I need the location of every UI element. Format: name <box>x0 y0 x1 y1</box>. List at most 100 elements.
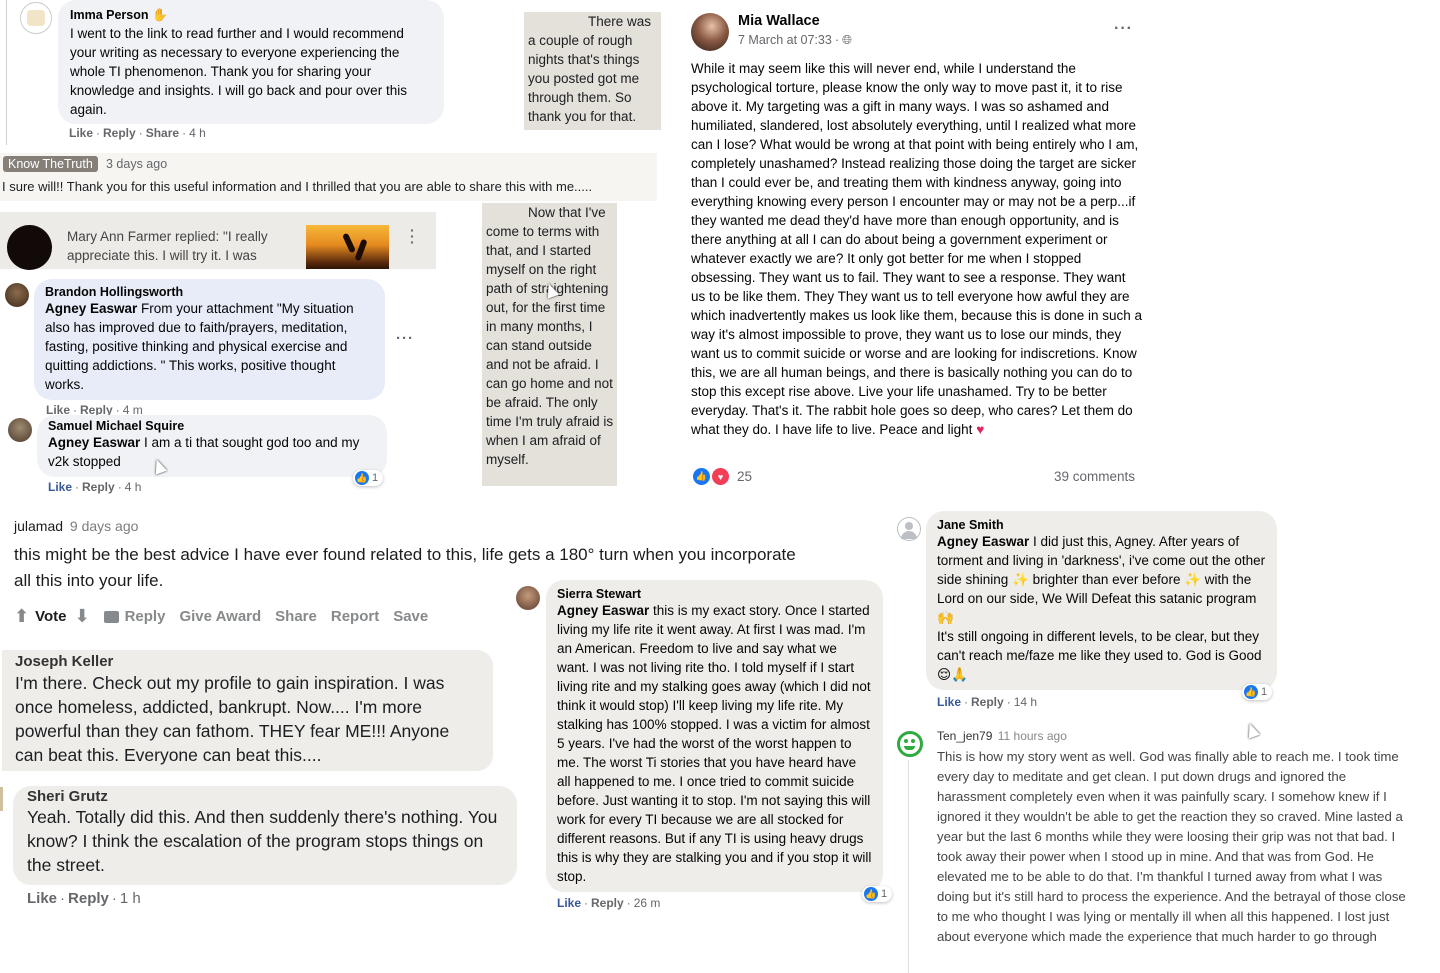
give-award-button[interactable]: Give Award <box>179 608 261 625</box>
share-button[interactable]: Share <box>146 126 179 140</box>
comment-text: I went to the link to read further and I… <box>70 26 407 117</box>
commenter-name[interactable]: Joseph Keller <box>15 653 480 670</box>
reply-button[interactable]: Reply <box>103 608 165 625</box>
like-reaction-icon: 👍 <box>693 468 710 485</box>
comment-text: This is how my story went as well. God w… <box>937 749 1406 944</box>
reply-button[interactable]: Reply <box>591 896 624 910</box>
comment-actions: Like · Reply · 1 h <box>27 890 141 907</box>
comment-text: Agney Easwar I did just this, Agney. Aft… <box>937 534 1266 625</box>
joseph-comment: Joseph Keller I'm there. Check out my pr… <box>2 650 493 771</box>
reply-button[interactable]: Reply <box>971 695 1004 709</box>
comment-text: Agney Easwar this is my exact story. Onc… <box>557 603 872 884</box>
reaction-count[interactable]: 👍 1 <box>1242 684 1273 700</box>
comment-header: julamad 9 days ago <box>14 518 138 534</box>
comment-header: Ten_jen79 11 hours ago <box>937 729 1067 743</box>
post-date[interactable]: 7 March at 07:33 <box>738 33 832 47</box>
waving-hand-icon: ✋ <box>152 8 168 22</box>
avatar[interactable] <box>20 2 52 34</box>
upvote-icon[interactable]: ⬆ <box>14 606 29 627</box>
reply-button[interactable]: Reply <box>82 480 115 494</box>
comment-bubble: Brandon Hollingsworth Agney Easwar From … <box>34 279 385 400</box>
commenter-name[interactable]: Brandon Hollingsworth <box>45 285 374 299</box>
comment-bubble: Samuel Michael Squire Agney Easwar I am … <box>37 415 387 477</box>
commenter-name[interactable]: Jane Smith <box>937 518 1266 532</box>
author-name[interactable]: Mia Wallace <box>738 13 820 29</box>
reply-button[interactable]: Reply <box>68 890 109 907</box>
comment-text: Yeah. Totally did this. And then suddenl… <box>27 807 498 875</box>
reaction-count[interactable]: 👍 1 <box>353 470 384 486</box>
love-reaction-icon: ♥ <box>712 468 729 485</box>
reactions-summary[interactable]: 👍 ♥ 25 <box>693 468 752 485</box>
notification-item[interactable]: Mary Ann Farmer replied: "I really appre… <box>0 212 436 270</box>
timestamp: 11 hours ago <box>997 729 1067 743</box>
avatar[interactable] <box>8 418 32 442</box>
mention-link[interactable]: Agney Easwar <box>45 301 137 316</box>
comment-actions: Like · Reply · 4 h <box>48 480 142 494</box>
comment-actions: Like · Reply · 26 m <box>557 896 661 910</box>
like-button[interactable]: Like <box>937 695 961 709</box>
note-text: There was a couple of rough nights that'… <box>528 14 652 124</box>
comment-text: Agney Easwar I am a ti that sought god t… <box>48 435 360 469</box>
more-options-icon[interactable]: ··· <box>396 330 414 347</box>
vote-count: Vote <box>35 608 67 625</box>
mention-link[interactable]: Agney Easwar <box>48 435 140 450</box>
timestamp: 3 days ago <box>106 157 168 171</box>
comment-bubble: Sierra Stewart Agney Easwar this is my e… <box>546 580 883 892</box>
timestamp: 9 days ago <box>69 518 139 534</box>
post-meta: 7 March at 07:33 · 🌐︎ <box>738 33 852 47</box>
timestamp: 26 m <box>633 896 661 910</box>
comment-bubble-icon <box>103 610 119 623</box>
like-reaction-icon: 👍 <box>1244 685 1258 699</box>
more-options-icon[interactable]: ··· <box>1114 20 1133 38</box>
comment-bubble: Jane Smith Agney Easwar I did just this,… <box>926 511 1277 690</box>
more-options-icon[interactable]: ··· <box>410 223 416 249</box>
avatar[interactable] <box>516 586 540 610</box>
comment-text: I sure will!! Thank you for this useful … <box>2 179 593 194</box>
comment-actions: Like · Reply · 14 h <box>937 695 1038 709</box>
timestamp: 1 h <box>119 890 141 907</box>
username[interactable]: julamad <box>14 518 63 534</box>
commenter-name[interactable]: Samuel Michael Squire <box>48 419 376 433</box>
share-button[interactable]: Share <box>275 608 317 625</box>
like-button[interactable]: Like <box>48 480 72 494</box>
commenter-name[interactable]: Sheri Grutz <box>27 788 503 805</box>
comment-text: Agney Easwar From your attachment "My si… <box>45 301 354 392</box>
avatar[interactable] <box>691 13 729 51</box>
timestamp: 14 h <box>1013 695 1038 709</box>
comment-actions: Like · Reply · Share · 4 h <box>69 126 206 140</box>
red-heart-icon: ♥ <box>976 422 985 437</box>
thread-line <box>908 760 909 973</box>
note-text: Now that I've come to terms with that, a… <box>486 205 614 467</box>
like-button[interactable]: Like <box>27 890 57 907</box>
commenter-name[interactable]: Imma Person <box>70 8 149 22</box>
post-text: While it may seem like this will never e… <box>691 61 1142 437</box>
like-button[interactable]: Like <box>69 126 93 140</box>
save-button[interactable]: Save <box>393 608 428 625</box>
reaction-count: 25 <box>737 469 753 484</box>
mouse-cursor <box>1243 721 1261 739</box>
mention-link[interactable]: Agney Easwar <box>557 603 649 618</box>
notification-text: Mary Ann Farmer replied: "I really appre… <box>67 229 268 263</box>
reaction-count[interactable]: 👍 1 <box>862 886 893 902</box>
avatar[interactable] <box>897 731 923 757</box>
like-reaction-icon: 👍 <box>864 887 878 901</box>
comment-bubble: Sheri Grutz Yeah. Totally did this. And … <box>13 786 517 885</box>
avatar[interactable] <box>897 517 921 541</box>
notification-thumbnail <box>306 225 389 269</box>
thread-line <box>6 0 7 145</box>
reply-button[interactable]: Reply <box>103 126 136 140</box>
comments-count[interactable]: 39 comments <box>1054 469 1135 484</box>
downvote-icon[interactable]: ⬇ <box>75 606 90 627</box>
like-reaction-icon: 👍 <box>355 471 369 485</box>
commenter-name[interactable]: Sierra Stewart <box>557 587 872 601</box>
report-button[interactable]: Report <box>331 608 379 625</box>
avatar <box>7 225 52 270</box>
mention-link[interactable]: Agney Easwar <box>937 534 1029 549</box>
comment-bubble: Imma Person ✋ I went to the link to read… <box>58 0 444 124</box>
avatar[interactable] <box>5 283 29 307</box>
comment-text-continued: It's still ongoing in different levels, … <box>937 629 1262 682</box>
like-button[interactable]: Like <box>557 896 581 910</box>
username[interactable]: Ten_jen79 <box>937 729 992 743</box>
user-badge[interactable]: Know TheTruth <box>3 156 98 172</box>
thread-line <box>0 787 3 811</box>
